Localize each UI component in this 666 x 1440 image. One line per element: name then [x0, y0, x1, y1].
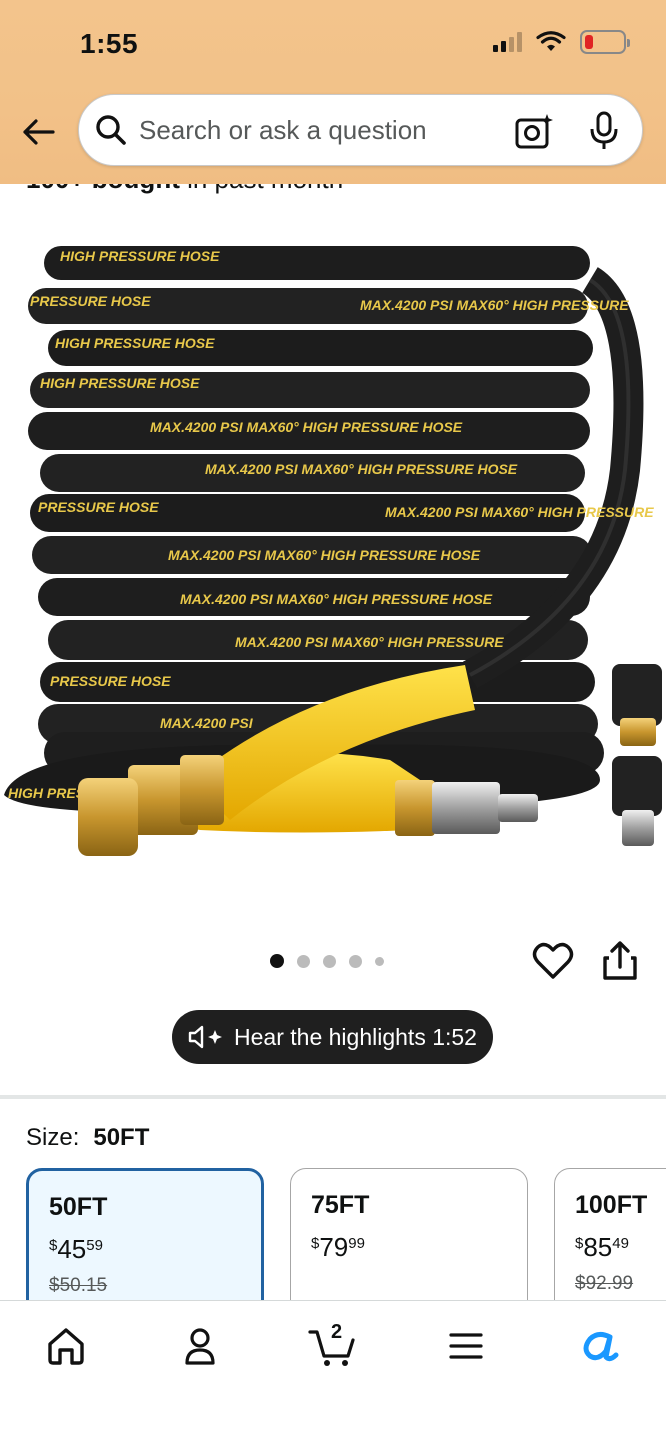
back-arrow-icon: [23, 119, 55, 145]
person-icon: [185, 1328, 215, 1365]
svg-text:MAX.4200 PSI MAX60° HIGH PRESS: MAX.4200 PSI MAX60° HIGH PRESSURE: [385, 504, 654, 520]
svg-text:MAX.4200 PSI MAX60° HIGH PRESS: MAX.4200 PSI MAX60° HIGH PRESSURE HOSE: [205, 461, 518, 477]
svg-text:PRESSURE HOSE: PRESSURE HOSE: [50, 673, 171, 689]
bottom-navigation: 2: [0, 1300, 666, 1440]
speaker-sparkle-icon: [188, 1025, 223, 1049]
size-option-name: 100FT: [575, 1191, 648, 1219]
nav-home[interactable]: [36, 1321, 96, 1371]
search-bar[interactable]: [78, 94, 643, 166]
search-icon: [95, 114, 127, 146]
nav-menu[interactable]: [436, 1321, 496, 1371]
cellular-signal-icon: [493, 32, 522, 52]
back-button[interactable]: [18, 112, 58, 152]
top-header: 1:55: [0, 0, 666, 184]
size-option-name: 75FT: [311, 1191, 370, 1219]
heart-icon[interactable]: [532, 940, 574, 982]
svg-text:PRESSURE HOSE: PRESSURE HOSE: [30, 293, 151, 309]
svg-text:HIGH PRESSURE HOSE: HIGH PRESSURE HOSE: [60, 248, 220, 264]
hear-highlights-button[interactable]: Hear the highlights 1:52: [172, 1010, 493, 1064]
size-option-price: $7999: [311, 1232, 365, 1262]
svg-text:MAX.4200 PSI MAX60° HIGH PRESS: MAX.4200 PSI MAX60° HIGH PRESSURE HOSE: [150, 419, 463, 435]
size-option-name: 50FT: [49, 1193, 108, 1221]
gallery-dot[interactable]: [375, 956, 384, 966]
svg-text:HIGH PRESSURE HOSE: HIGH PRESSURE HOSE: [55, 335, 215, 351]
gallery-dot[interactable]: [297, 954, 310, 968]
gallery-dot[interactable]: [270, 954, 284, 968]
svg-text:MAX.4200 PSI MAX60° HIGH PRESS: MAX.4200 PSI MAX60° HIGH PRESSURE: [235, 634, 504, 650]
svg-text:MAX.4200 PSI MAX60° HIGH PRESS: MAX.4200 PSI MAX60° HIGH PRESSURE HOSE: [168, 547, 481, 563]
svg-text:MAX.4200 PSI MAX60° HIGH PRESS: MAX.4200 PSI MAX60° HIGH PRESSURE: [360, 297, 629, 313]
gallery-dot[interactable]: [323, 954, 336, 968]
camera-search-icon[interactable]: [514, 111, 554, 151]
gallery-dot[interactable]: [349, 954, 362, 968]
share-icon[interactable]: [602, 940, 638, 982]
size-option-price: $8549: [575, 1232, 629, 1262]
svg-text:PRESSURE HOSE: PRESSURE HOSE: [38, 499, 159, 515]
image-gallery-indicator[interactable]: [270, 954, 384, 968]
svg-text:MAX.4200 PSI MAX60° HIGH PRESS: MAX.4200 PSI MAX60° HIGH PRESSURE HOSE: [180, 591, 493, 607]
rufus-icon: [583, 1331, 619, 1362]
size-option-50ft[interactable]: 50FT $4559 $50.15: [26, 1168, 264, 1318]
nav-rufus-assistant[interactable]: [570, 1321, 630, 1371]
size-option-price: $4559: [49, 1234, 103, 1264]
size-selector-header: Size: 50FT: [26, 1124, 149, 1152]
svg-text:HIGH PRESSURE HOSE: HIGH PRESSURE HOSE: [40, 375, 200, 391]
search-input[interactable]: [139, 114, 489, 146]
home-icon: [48, 1328, 84, 1365]
product-image[interactable]: HIGH PRESSURE HOSE PRESSURE HOSE MAX.420…: [0, 220, 666, 870]
size-label: Size:: [26, 1124, 80, 1151]
status-icons: [493, 30, 630, 54]
menu-icon: [449, 1333, 483, 1359]
nav-account[interactable]: [170, 1321, 230, 1371]
cart-count-badge: 2: [331, 1321, 343, 1343]
hear-highlights-label: Hear the highlights 1:52: [234, 1023, 477, 1050]
nav-cart[interactable]: 2: [303, 1321, 363, 1371]
size-option-list-price: $92.99: [575, 1273, 634, 1294]
size-option-list-price: $50.15: [49, 1275, 108, 1296]
size-option-100ft[interactable]: 100FT $8549 $92.99: [554, 1168, 666, 1318]
size-selected-value: 50FT: [93, 1124, 150, 1151]
svg-text:MAX.4200 PSI: MAX.4200 PSI: [160, 715, 254, 731]
battery-icon: [580, 30, 630, 54]
status-time: 1:55: [80, 28, 139, 59]
microphone-icon[interactable]: [588, 111, 620, 151]
section-divider: [0, 1095, 666, 1099]
size-option-75ft[interactable]: 75FT $7999: [290, 1168, 528, 1318]
wifi-icon: [536, 31, 566, 51]
